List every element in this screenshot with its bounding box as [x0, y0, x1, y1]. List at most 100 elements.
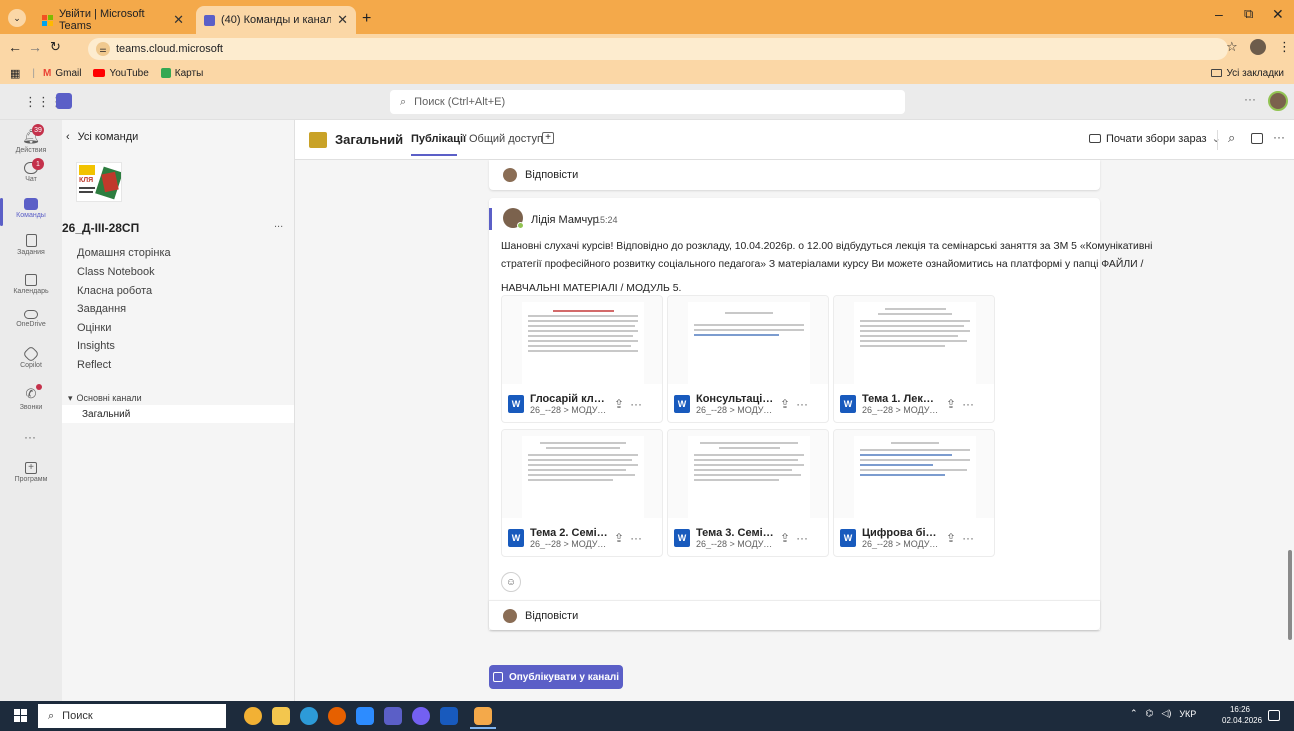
browser-menu-button[interactable]: ⋮ [1278, 39, 1291, 55]
input-language[interactable]: УКР [1179, 709, 1196, 719]
rail-item-copilot[interactable]: Copilot [0, 345, 62, 369]
channel-more-button[interactable]: ··· [1273, 130, 1285, 144]
file-preview [502, 430, 662, 518]
post-body: Шановні слухачі курсів! Відповідно до ро… [501, 238, 1152, 298]
add-reaction-button[interactable]: ☺ [501, 572, 521, 592]
tab-teams-login[interactable]: Увійти | Microsoft Teams ✕ [34, 6, 192, 34]
file-explorer-icon[interactable] [272, 707, 290, 725]
profile-avatar[interactable] [1250, 39, 1266, 55]
bookmark-youtube[interactable]: YouTube [93, 68, 149, 79]
file-attachment[interactable]: W Тема 2. Семінар...26_--28 > МОДУЛЬ... … [501, 429, 663, 557]
notifications-icon[interactable] [1268, 710, 1280, 721]
tray-chevron-icon[interactable]: ⌃ [1130, 708, 1138, 719]
rail-item-teams[interactable]: Команды [0, 198, 62, 219]
file-more-button[interactable]: ··· [796, 397, 808, 411]
rail-item-apps[interactable]: + Программ [0, 462, 62, 483]
close-icon[interactable]: ✕ [173, 12, 184, 28]
rail-more-button[interactable]: ··· [24, 430, 36, 444]
share-icon[interactable]: ⇪ [946, 397, 956, 411]
bookmark-gmail[interactable]: M Gmail [43, 68, 81, 79]
new-tab-button[interactable]: + [362, 10, 371, 28]
tab-posts[interactable]: Публікації [411, 133, 466, 145]
file-more-button[interactable]: ··· [630, 531, 642, 545]
nav-assignments[interactable]: Завдання [77, 303, 126, 315]
clock[interactable]: 16:26 02.04.2026 [1222, 704, 1262, 726]
file-attachment[interactable]: W Тема 3. Семінар...26_--28 > МОДУЛЬ... … [667, 429, 829, 557]
file-attachment[interactable]: W Цифрова бібліо...26_--28 > МОДУЛЬ... ⇪… [833, 429, 995, 557]
rail-item-calls[interactable]: ✆ Звонки [0, 384, 62, 411]
restore-button[interactable]: ⧉ [1244, 6, 1253, 22]
reload-button[interactable]: ↻ [50, 39, 61, 55]
meet-now-button[interactable]: Почати збори зараз ⌄ [1089, 132, 1221, 145]
viber-icon[interactable] [412, 707, 430, 725]
windows-start-icon[interactable] [14, 709, 27, 722]
nav-reflect[interactable]: Reflect [77, 359, 111, 371]
network-icon[interactable]: ⌬ [1146, 708, 1154, 719]
reply-button[interactable]: Відповісти [503, 609, 578, 623]
tab-teams-channels[interactable]: (40) Команды и каналы | Обще ✕ [196, 6, 356, 34]
clock-time: 16:26 [1229, 705, 1251, 714]
firefox-icon[interactable] [328, 707, 346, 725]
nav-class-notebook[interactable]: Class Notebook [77, 266, 155, 278]
edge-icon[interactable] [300, 707, 318, 725]
nav-insights[interactable]: Insights [77, 340, 115, 352]
share-icon[interactable]: ⇪ [780, 397, 790, 411]
publish-button[interactable]: Опублікувати у каналі [489, 665, 623, 689]
word-taskbar-icon[interactable] [440, 707, 458, 725]
active-app-indicator [470, 727, 496, 729]
more-options-button[interactable]: ··· [1244, 92, 1256, 106]
add-tab-icon[interactable]: + [542, 132, 554, 144]
share-icon[interactable]: ⇪ [946, 531, 956, 545]
channel-item-general[interactable]: Загальний [62, 405, 294, 423]
minimize-button[interactable]: – [1215, 6, 1223, 22]
nav-classwork[interactable]: Класна робота [77, 285, 152, 297]
search-input[interactable]: ⌕ Поиск (Ctrl+Alt+E) [390, 90, 905, 114]
forward-button[interactable]: → [28, 39, 42, 55]
author-avatar[interactable] [503, 208, 524, 229]
reply-button[interactable]: Відповісти [503, 168, 578, 182]
channel-search-icon[interactable]: ⌕ [1228, 130, 1235, 146]
share-icon[interactable]: ⇪ [780, 531, 790, 545]
site-info-icon[interactable]: ⚌ [96, 42, 110, 56]
scrollbar-thumb[interactable] [1288, 550, 1292, 640]
tab-shared[interactable]: Общий доступ [469, 133, 543, 145]
chrome-icon[interactable] [244, 707, 262, 725]
tab-list-button[interactable]: ⌄ [8, 9, 26, 27]
browser-taskbar-icon[interactable] [474, 707, 492, 725]
url-field[interactable]: ⚌ teams.cloud.microsoft [88, 38, 1228, 60]
nav-home-page[interactable]: Домашня сторінка [77, 247, 171, 259]
file-attachment[interactable]: W Консультаційни...26_--28 > МОДУЛЬ... ⇪… [667, 295, 829, 423]
close-window-button[interactable]: ✕ [1272, 6, 1284, 23]
rail-item-chat[interactable]: 1 Чат [0, 158, 62, 183]
zoom-icon[interactable] [356, 707, 374, 725]
back-to-teams-button[interactable]: ‹ Усі команди [66, 131, 138, 143]
apps-grid-icon[interactable]: ▦ [10, 67, 20, 80]
system-tray[interactable]: ⌃ ⌬ ◁) УКР [1130, 708, 1196, 719]
teams-taskbar-icon[interactable] [384, 707, 402, 725]
file-more-button[interactable]: ··· [630, 397, 642, 411]
close-icon[interactable]: ✕ [337, 12, 348, 28]
team-more-button[interactable]: ... [274, 218, 283, 230]
rail-item-activity[interactable]: 🔔︎ 39 Действия [0, 124, 62, 154]
rail-item-assignments[interactable]: Задания [0, 234, 62, 256]
author-name[interactable]: Лідія Мамчур [531, 214, 599, 226]
user-avatar[interactable] [1268, 91, 1288, 111]
volume-icon[interactable]: ◁) [1161, 708, 1171, 719]
file-attachment[interactable]: W Тема 1. Лекція.d...26_--28 > МОДУЛЬ...… [833, 295, 995, 423]
taskbar-search[interactable]: ⌕ Поиск [38, 704, 226, 728]
bookmark-maps[interactable]: Карты [160, 68, 203, 79]
nav-grades[interactable]: Оцінки [77, 322, 111, 334]
file-more-button[interactable]: ··· [962, 397, 974, 411]
back-button[interactable]: ← [8, 39, 22, 55]
file-more-button[interactable]: ··· [796, 531, 808, 545]
share-icon[interactable]: ⇪ [614, 531, 624, 545]
file-more-button[interactable]: ··· [962, 531, 974, 545]
channels-section-header[interactable]: ▾ Основні канали [68, 393, 142, 404]
file-name: Цифрова бібліо... [862, 527, 940, 539]
rail-item-onedrive[interactable]: OneDrive [0, 310, 62, 328]
share-icon[interactable]: ⇪ [614, 397, 624, 411]
rail-item-calendar[interactable]: Календарь [0, 274, 62, 295]
channel-info-icon[interactable] [1251, 133, 1263, 144]
file-attachment[interactable]: W Глосарій ключо...26_--28 > МОДУЛЬ... ⇪… [501, 295, 663, 423]
all-bookmarks[interactable]: Усі закладки [1211, 68, 1284, 79]
